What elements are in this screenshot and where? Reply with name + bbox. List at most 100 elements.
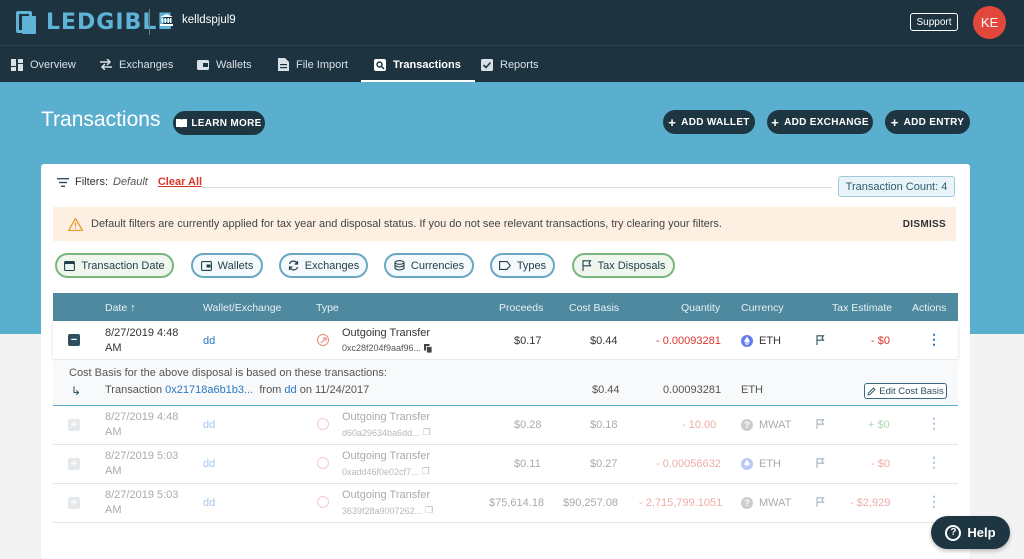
flag-icon xyxy=(816,458,825,471)
header-currency: Currency xyxy=(741,302,784,314)
row-hash: 0xc28f204f9aaf96... xyxy=(342,343,433,353)
outgoing-icon xyxy=(317,334,329,347)
row-proceeds: $0.11 xyxy=(514,458,541,470)
outgoing-icon xyxy=(317,418,329,433)
chip-wallets[interactable]: Wallets xyxy=(191,253,263,278)
add-wallet-button[interactable]: + ADD WALLET xyxy=(663,110,755,134)
chip-currencies[interactable]: Currencies xyxy=(384,253,474,278)
outgoing-icon xyxy=(317,457,329,472)
support-button[interactable]: Support xyxy=(910,13,958,31)
row-date-ampm: AM xyxy=(105,465,122,477)
pencil-icon xyxy=(867,386,876,396)
table-row[interactable]: + 8/27/2019 4:48 AM dd Outgoing Transfer… xyxy=(53,405,958,445)
add-entry-label: ADD ENTRY xyxy=(903,116,965,128)
add-exchange-button[interactable]: + ADD EXCHANGE xyxy=(767,110,873,134)
more-vert-icon[interactable]: ⋮ xyxy=(927,493,941,510)
row-wallet-link[interactable]: dd xyxy=(203,419,215,431)
add-wallet-label: ADD WALLET xyxy=(681,116,750,128)
chip-types[interactable]: Types xyxy=(490,253,555,278)
expand-icon[interactable]: + xyxy=(68,497,80,509)
tab-label: Reports xyxy=(500,58,539,71)
expand-icon[interactable]: + xyxy=(68,419,80,431)
row-cost-basis: $0.44 xyxy=(590,335,618,347)
page-title: Transactions xyxy=(41,108,161,131)
learn-more-button[interactable]: LEARN MORE xyxy=(173,111,265,135)
book-icon xyxy=(176,118,188,128)
row-quantity: - 10.00 xyxy=(682,419,717,431)
header-type: Type xyxy=(316,302,339,314)
copy-icon[interactable]: ❐ xyxy=(425,505,433,516)
row-date: 8/27/2019 5:03 xyxy=(105,489,179,501)
row-wallet-link[interactable]: dd xyxy=(203,458,215,470)
row-date-ampm: AM xyxy=(105,504,122,516)
tab-overview[interactable]: Overview xyxy=(11,46,76,83)
add-exchange-label: ADD EXCHANGE xyxy=(784,116,869,128)
clear-all-link[interactable]: Clear All xyxy=(158,176,202,188)
search-doc-icon xyxy=(374,58,386,71)
plus-icon: + xyxy=(771,114,780,130)
plus-icon: + xyxy=(890,114,899,130)
flag-icon xyxy=(816,497,825,510)
filter-alert: Default filters are currently applied fo… xyxy=(53,207,956,241)
tab-transactions[interactable]: Transactions xyxy=(361,46,475,83)
header-cost-basis: Cost Basis xyxy=(569,302,620,314)
row-hash: 0xadd46f0e02cf7... ❐ xyxy=(342,466,430,477)
row-tax: - $0 xyxy=(871,335,890,347)
more-vert-icon[interactable]: ⋮ xyxy=(927,331,941,348)
eth-icon xyxy=(741,335,753,350)
tab-exchanges[interactable]: Exchanges xyxy=(100,46,173,83)
warning-icon xyxy=(68,217,83,231)
row-date-ampm: AM xyxy=(105,426,122,438)
table-row[interactable]: − 8/27/2019 4:48 AM dd Outgoing Transfer… xyxy=(53,321,958,359)
count-label: Transaction Count: xyxy=(845,180,939,193)
sort-date-header[interactable]: Date ↑ xyxy=(105,302,136,314)
expand-icon[interactable]: + xyxy=(68,458,80,470)
tab-wallets[interactable]: Wallets xyxy=(197,46,252,83)
chip-transaction-date[interactable]: Transaction Date xyxy=(55,253,174,278)
collapse-icon[interactable]: − xyxy=(68,334,80,346)
copy-icon[interactable]: ❐ xyxy=(422,466,430,477)
tab-file-import[interactable]: File Import xyxy=(278,46,348,83)
tx-hash-link[interactable]: 0x21718a6b1b3... xyxy=(165,384,253,396)
row-currency: ETH xyxy=(759,458,781,470)
tab-reports[interactable]: Reports xyxy=(481,46,539,83)
row-wallet-link[interactable]: dd xyxy=(203,497,215,509)
account-selector[interactable]: kelldspjul9 xyxy=(160,14,236,26)
tab-label: File Import xyxy=(296,58,348,71)
table-row[interactable]: + 8/27/2019 5:03 AM dd Outgoing Transfer… xyxy=(53,444,958,484)
divider xyxy=(202,187,832,188)
dismiss-button[interactable]: DISMISS xyxy=(903,219,946,230)
chip-tax-disposals[interactable]: Tax Disposals xyxy=(572,253,675,278)
row-type: Outgoing Transfer xyxy=(342,411,431,423)
more-vert-icon[interactable]: ⋮ xyxy=(927,415,941,432)
copy-icon[interactable] xyxy=(424,343,433,353)
help-label: Help xyxy=(967,525,996,540)
add-entry-button[interactable]: + ADD ENTRY xyxy=(885,110,970,134)
coins-icon xyxy=(394,260,405,271)
avatar[interactable]: KE xyxy=(973,6,1006,39)
eth-icon xyxy=(741,458,753,473)
divider xyxy=(149,9,150,35)
row-type: Outgoing Transfer xyxy=(342,450,431,462)
help-button[interactable]: ? Help xyxy=(931,516,1010,549)
more-vert-icon[interactable]: ⋮ xyxy=(927,454,941,471)
tab-label: Exchanges xyxy=(119,58,174,71)
calendar-icon xyxy=(64,260,76,271)
logo-icon xyxy=(16,10,38,35)
header-date: Date xyxy=(105,302,128,314)
subrow-currency: ETH xyxy=(741,384,763,396)
row-tax: - $2,929 xyxy=(850,497,891,509)
alert-message: Default filters are currently applied fo… xyxy=(91,218,722,230)
row-hash-text: 0xadd46f0e02cf7... xyxy=(342,466,419,477)
row-wallet-link[interactable]: dd xyxy=(203,335,215,347)
chip-exchanges[interactable]: Exchanges xyxy=(279,253,368,278)
filter-icon[interactable] xyxy=(57,177,69,187)
row-quantity: - 2,715,799.1051 xyxy=(639,497,723,509)
row-currency: MWAT xyxy=(759,497,792,509)
filters-label: Filters: xyxy=(75,176,108,188)
copy-icon[interactable]: ❐ xyxy=(423,427,431,438)
unknown-coin-icon: ? xyxy=(741,419,753,431)
table-row[interactable]: + 8/27/2019 5:03 AM dd Outgoing Transfer… xyxy=(53,483,958,523)
edit-cost-basis-button[interactable]: Edit Cost Basis xyxy=(864,383,947,399)
from-wallet-link[interactable]: dd xyxy=(284,384,296,396)
